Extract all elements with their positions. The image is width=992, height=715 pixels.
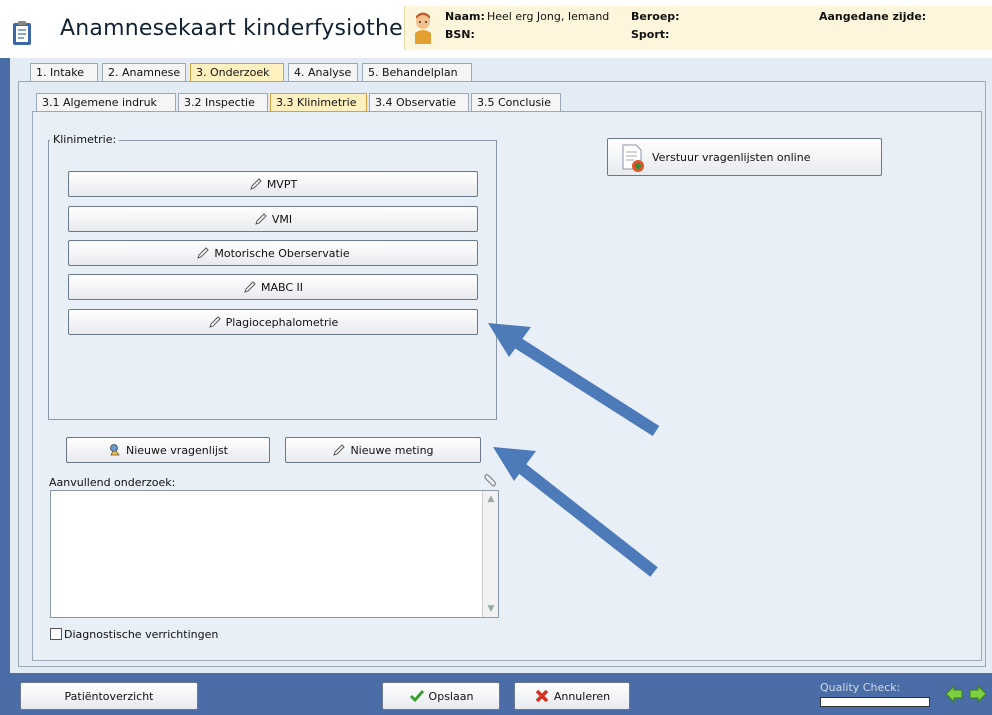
pencil-icon bbox=[333, 444, 346, 456]
opslaan-label: Opslaan bbox=[428, 689, 474, 703]
scroll-down-icon[interactable]: ▼ bbox=[485, 603, 497, 615]
tab-onderzoek[interactable]: 3. Onderzoek bbox=[190, 63, 284, 81]
nieuwe-meting-button[interactable]: Nieuwe meting bbox=[285, 437, 481, 463]
subtab-conclusie[interactable]: 3.5 Conclusie bbox=[471, 93, 561, 111]
subtab-klinimetrie[interactable]: 3.3 Klinimetrie bbox=[270, 93, 367, 111]
cross-icon bbox=[535, 689, 549, 703]
naam-label: Naam: bbox=[445, 10, 485, 23]
nieuwe-vragenlijst-button[interactable]: Nieuwe vragenlijst bbox=[66, 437, 270, 463]
nieuwe-vragenlijst-label: Nieuwe vragenlijst bbox=[126, 443, 228, 457]
patientoverzicht-label: Patiëntoverzicht bbox=[64, 689, 154, 703]
nieuwe-meting-label: Nieuwe meting bbox=[350, 443, 434, 457]
nav-arrows-icon[interactable] bbox=[944, 684, 988, 704]
tab-analyse[interactable]: 4. Analyse bbox=[288, 63, 358, 81]
vmi-button-label: VMI bbox=[271, 212, 293, 226]
tab-intake[interactable]: 1. Intake bbox=[30, 63, 98, 81]
clipboard-icon bbox=[13, 21, 31, 45]
motorische-observatie-button[interactable]: Motorische Oberservatie bbox=[68, 240, 478, 266]
pencil-icon bbox=[244, 281, 256, 293]
quality-check-label: Quality Check: bbox=[820, 681, 901, 694]
mabc-ii-button-label: MABC II bbox=[260, 280, 304, 294]
bsn-label: BSN: bbox=[445, 28, 475, 41]
aangedane-zijde-label: Aangedane zijde: bbox=[819, 10, 927, 23]
naam-value: Heel erg Jong, Iemand bbox=[487, 10, 610, 23]
patientoverzicht-button[interactable]: Patiëntoverzicht bbox=[20, 682, 198, 710]
subtab-algemene-indruk[interactable]: 3.1 Algemene indruk bbox=[36, 93, 176, 111]
pencil-icon bbox=[250, 178, 262, 190]
quality-check-bar bbox=[820, 697, 930, 707]
motorische-observatie-button-label: Motorische Oberservatie bbox=[214, 246, 350, 260]
klinimetrie-legend: Klinimetrie: bbox=[50, 133, 120, 146]
vmi-button[interactable]: VMI bbox=[68, 206, 478, 232]
pencil-icon bbox=[208, 316, 221, 328]
beroep-label: Beroep: bbox=[631, 10, 680, 23]
subtab-inspectie[interactable]: 3.2 Inspectie bbox=[178, 93, 268, 111]
annuleren-label: Annuleren bbox=[553, 689, 611, 703]
aanvullend-onderzoek-label: Aanvullend onderzoek: bbox=[49, 476, 176, 489]
patient-avatar-icon bbox=[415, 12, 431, 44]
sport-label: Sport: bbox=[631, 28, 670, 41]
checkmark-icon bbox=[409, 690, 424, 703]
verstuur-vragenlijsten-button[interactable]: Verstuur vragenlijsten online bbox=[607, 138, 882, 176]
diagnostische-verrichtingen-label: Diagnostische verrichtingen bbox=[64, 628, 219, 641]
plagiocephalometrie-button[interactable]: Plagiocephalometrie bbox=[68, 309, 478, 335]
tab-anamnese[interactable]: 2. Anamnese bbox=[102, 63, 186, 81]
attachment-icon[interactable] bbox=[482, 474, 496, 488]
pencil-icon bbox=[197, 247, 210, 259]
textarea-scrollbar[interactable]: ▲ ▼ bbox=[482, 491, 498, 617]
tab-behandelplan[interactable]: 5. Behandelplan bbox=[362, 63, 472, 81]
opslaan-button[interactable]: Opslaan bbox=[382, 682, 500, 710]
mvpt-button[interactable]: MVPT bbox=[68, 171, 478, 197]
aanvullend-onderzoek-input[interactable]: ▲ ▼ bbox=[50, 490, 499, 618]
subtab-observatie[interactable]: 3.4 Observatie bbox=[369, 93, 469, 111]
diagnostische-verrichtingen-checkbox[interactable] bbox=[50, 628, 62, 640]
plagiocephalometrie-button-label: Plagiocephalometrie bbox=[225, 315, 339, 329]
questionnaire-icon bbox=[110, 444, 120, 456]
scroll-up-icon[interactable]: ▲ bbox=[485, 493, 497, 505]
document-send-icon bbox=[622, 144, 644, 172]
app-title: Anamnesekaart kinderfysiotherapie bbox=[60, 16, 460, 41]
verstuur-vragenlijsten-label: Verstuur vragenlijsten online bbox=[652, 150, 811, 164]
app-header: Anamnesekaart kinderfysiotherapie Naam: … bbox=[0, 0, 992, 58]
annuleren-button[interactable]: Annuleren bbox=[514, 682, 630, 710]
mvpt-button-label: MVPT bbox=[266, 177, 298, 191]
mabc-ii-button[interactable]: MABC II bbox=[68, 274, 478, 300]
pencil-icon bbox=[255, 213, 267, 225]
patient-info: Naam: Heel erg Jong, Iemand BSN: Beroep:… bbox=[404, 6, 992, 50]
